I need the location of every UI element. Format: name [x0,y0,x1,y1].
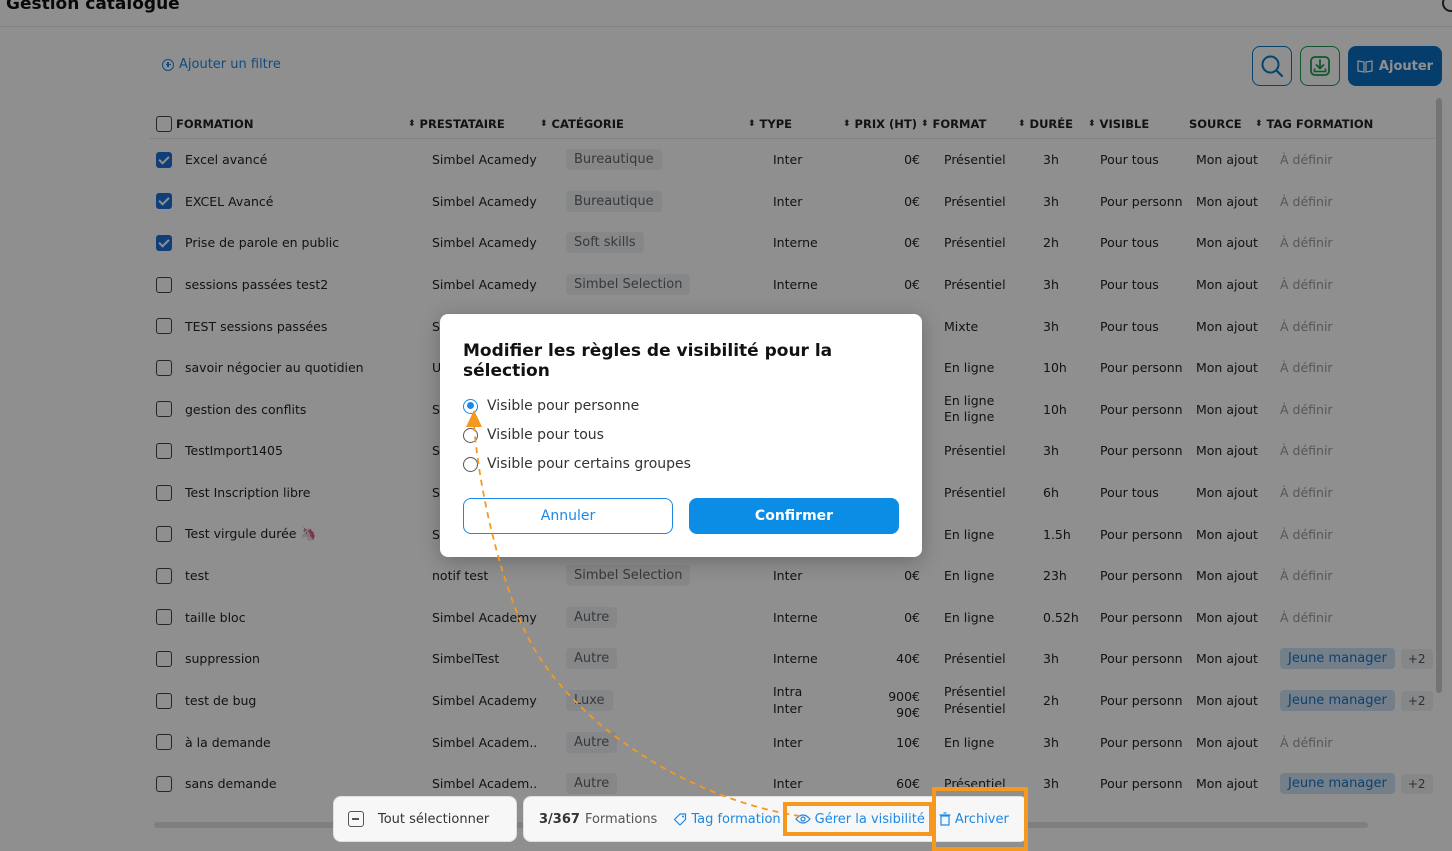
select-all-label[interactable]: Tout sélectionner [378,812,489,827]
tag-icon [673,813,687,826]
minus-checkbox-icon[interactable] [348,811,364,827]
cancel-button[interactable]: Annuler [463,498,673,534]
radio-visible-all[interactable]: Visible pour tous [463,427,604,443]
select-all-bar[interactable]: Tout sélectionner [333,796,517,842]
visibility-modal: Modifier les règles de visibilité pour l… [440,314,922,557]
highlight-visibility-box [783,802,933,836]
radio-label: Visible pour certains groupes [487,456,691,472]
radio-visible-groups[interactable]: Visible pour certains groupes [463,456,691,472]
radio-label: Visible pour tous [487,427,604,443]
radio-button[interactable] [463,456,478,472]
modal-title: Modifier les règles de visibilité pour l… [463,341,833,381]
radio-button[interactable] [463,398,478,414]
radio-button[interactable] [463,427,478,443]
radio-visible-none[interactable]: Visible pour personne [463,398,639,414]
confirm-button[interactable]: Confirmer [689,498,899,534]
tag-formation-button[interactable]: Tag formation [673,811,781,827]
radio-label: Visible pour personne [487,398,640,414]
selection-count-label: Formations [584,811,658,827]
selection-count: 3/367 [539,811,580,827]
tag-formation-label: Tag formation [691,811,781,827]
highlight-archive-box [932,787,1028,851]
